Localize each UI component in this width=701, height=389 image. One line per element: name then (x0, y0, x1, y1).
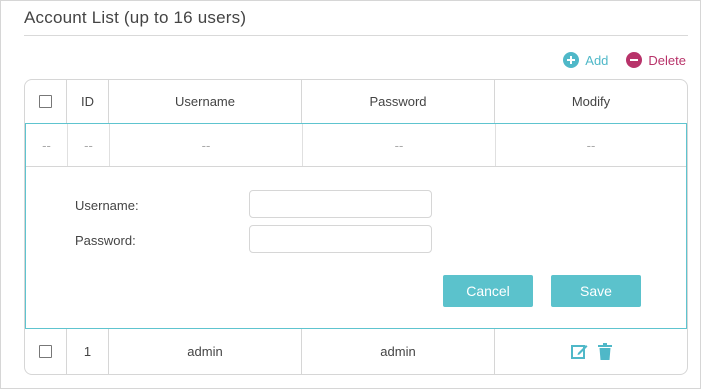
row-password: admin (302, 329, 495, 374)
plus-circle-icon (563, 52, 580, 68)
minus-circle-icon (626, 52, 643, 68)
new-row-password: -- (303, 124, 496, 166)
new-row-username: -- (110, 124, 303, 166)
add-label: Add (585, 52, 609, 68)
new-row-placeholder: -- -- -- -- -- (26, 124, 686, 167)
password-label: Password: (75, 233, 136, 248)
row-actions (570, 343, 612, 360)
table-row: 1 admin admin (25, 329, 687, 374)
table-header: ID Username Password Modify (25, 80, 687, 124)
row-username: admin (109, 329, 302, 374)
section-title: Account List (up to 16 users) (24, 8, 247, 27)
header-select-cell (25, 80, 67, 123)
header-password: Password (302, 80, 495, 123)
row-modify (495, 329, 687, 374)
password-input[interactable] (249, 225, 432, 253)
header-username: Username (109, 80, 302, 123)
header-id: ID (67, 80, 109, 123)
delete-button[interactable]: Delete (626, 52, 686, 68)
username-label: Username: (75, 198, 139, 213)
header-modify: Modify (571, 94, 611, 109)
new-row-checkbox: -- (26, 124, 68, 166)
delete-label: Delete (648, 52, 686, 68)
cancel-button[interactable]: Cancel (443, 275, 533, 307)
account-table: ID Username Password Modify -- -- -- -- … (24, 79, 688, 375)
account-list-panel: Account List (up to 16 users) Add Delete… (0, 0, 701, 389)
row-select-cell (25, 329, 67, 374)
edit-icon[interactable] (570, 343, 588, 360)
new-account-editor: -- -- -- -- -- Username: Password: Cance… (25, 123, 687, 329)
table-toolbar: Add Delete (563, 52, 686, 68)
select-all-checkbox[interactable] (39, 95, 52, 108)
new-row-id: -- (68, 124, 110, 166)
username-input[interactable] (249, 190, 432, 218)
save-button[interactable]: Save (551, 275, 641, 307)
title-divider (24, 35, 688, 36)
new-row-modify: -- (586, 137, 596, 153)
row-id: 1 (67, 329, 109, 374)
row-checkbox[interactable] (39, 345, 52, 358)
trash-icon[interactable] (597, 343, 612, 360)
add-button[interactable]: Add (563, 52, 608, 68)
